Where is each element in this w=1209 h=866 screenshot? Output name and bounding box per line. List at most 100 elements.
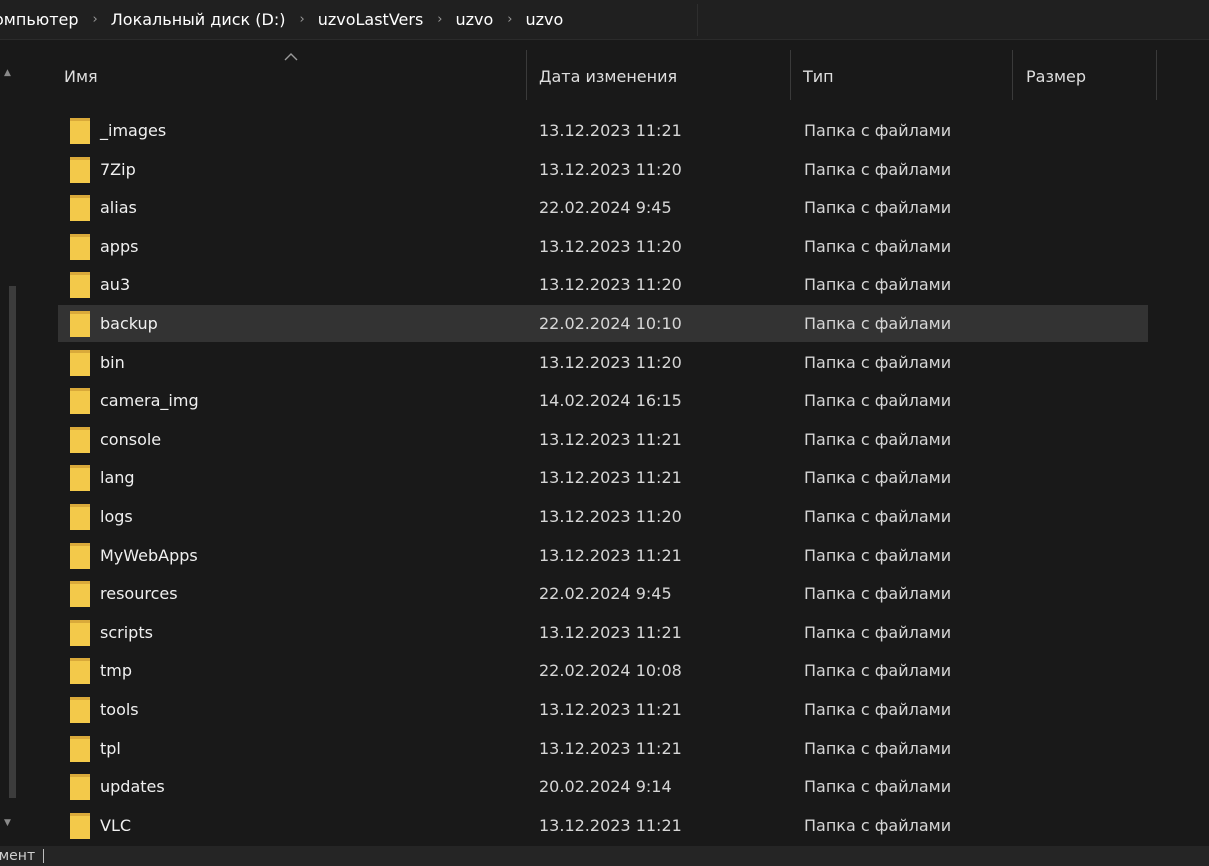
folder-icon (70, 350, 90, 376)
breadcrumb-item-computer[interactable]: омпьютер (0, 10, 79, 29)
file-name[interactable]: tools (100, 700, 139, 719)
folder-icon (70, 427, 90, 453)
folder-icon (70, 813, 90, 839)
file-row[interactable]: apps 13.12.2023 11:20 Папка с файлами (58, 228, 1148, 265)
file-name[interactable]: backup (100, 314, 158, 333)
file-name[interactable]: VLC (100, 816, 131, 835)
file-date-modified: 14.02.2024 16:15 (539, 391, 682, 410)
file-type: Папка с файлами (804, 507, 952, 526)
file-row[interactable]: updates 20.02.2024 9:14 Папка с файлами (58, 768, 1148, 805)
chevron-right-icon[interactable]: › (299, 12, 304, 27)
folder-icon (70, 195, 90, 221)
file-date-modified: 13.12.2023 11:21 (539, 623, 682, 642)
folder-icon (70, 157, 90, 183)
sort-ascending-icon (284, 53, 298, 61)
file-row[interactable]: tpl 13.12.2023 11:21 Папка с файлами (58, 730, 1148, 767)
file-row[interactable]: tmp 22.02.2024 10:08 Папка с файлами (58, 652, 1148, 689)
file-date-modified: 22.02.2024 10:10 (539, 314, 682, 333)
file-type: Папка с файлами (804, 121, 952, 140)
file-type: Папка с файлами (804, 661, 952, 680)
file-date-modified: 22.02.2024 9:45 (539, 584, 672, 603)
column-divider[interactable] (790, 50, 791, 100)
file-name[interactable]: alias (100, 198, 137, 217)
folder-icon (70, 658, 90, 684)
status-bar: емент (0, 846, 1209, 866)
file-row[interactable]: tools 13.12.2023 11:21 Папка с файлами (58, 691, 1148, 728)
file-type: Папка с файлами (804, 314, 952, 333)
chevron-right-icon[interactable]: › (93, 12, 98, 27)
breadcrumb[interactable]: омпьютер › Локальный диск (D:) › uzvoLas… (0, 0, 1209, 40)
file-row[interactable]: resources 22.02.2024 9:45 Папка с файлами (58, 575, 1148, 612)
file-row[interactable]: bin 13.12.2023 11:20 Папка с файлами (58, 344, 1148, 381)
folder-icon (70, 118, 90, 144)
file-name[interactable]: MyWebApps (100, 546, 198, 565)
folder-icon (70, 543, 90, 569)
file-date-modified: 13.12.2023 11:21 (539, 739, 682, 758)
scroll-up-icon[interactable]: ▲ (4, 68, 11, 78)
file-name[interactable]: lang (100, 468, 135, 487)
column-header-date[interactable]: Дата изменения (539, 52, 677, 100)
file-type: Папка с файлами (804, 546, 952, 565)
file-row[interactable]: MyWebApps 13.12.2023 11:21 Папка с файлами (58, 537, 1148, 574)
file-name[interactable]: au3 (100, 275, 130, 294)
status-divider (43, 849, 45, 863)
file-name[interactable]: tmp (100, 661, 132, 680)
file-name[interactable]: updates (100, 777, 165, 796)
file-date-modified: 13.12.2023 11:20 (539, 160, 682, 179)
file-date-modified: 13.12.2023 11:20 (539, 237, 682, 256)
column-divider[interactable] (526, 50, 527, 100)
file-row[interactable]: backup 22.02.2024 10:10 Папка с файлами (58, 305, 1148, 342)
file-row[interactable]: scripts 13.12.2023 11:21 Папка с файлами (58, 614, 1148, 651)
file-row[interactable]: au3 13.12.2023 11:20 Папка с файлами (58, 266, 1148, 303)
scrollbar-thumb[interactable] (9, 286, 16, 798)
file-name[interactable]: bin (100, 353, 125, 372)
column-header-type[interactable]: Тип (803, 52, 834, 100)
file-name[interactable]: _images (100, 121, 166, 140)
address-bar-empty-area[interactable] (697, 4, 1209, 36)
file-type: Папка с файлами (804, 237, 952, 256)
file-row[interactable]: logs 13.12.2023 11:20 Папка с файлами (58, 498, 1148, 535)
status-item-count: емент (0, 848, 36, 864)
chevron-right-icon[interactable]: › (437, 12, 442, 27)
file-type: Папка с файлами (804, 700, 952, 719)
file-name[interactable]: resources (100, 584, 178, 603)
file-date-modified: 13.12.2023 11:21 (539, 816, 682, 835)
file-date-modified: 13.12.2023 11:21 (539, 430, 682, 449)
file-row[interactable]: VLC 13.12.2023 11:21 Папка с файлами (58, 807, 1148, 844)
column-divider[interactable] (1156, 50, 1157, 100)
file-type: Папка с файлами (804, 623, 952, 642)
chevron-right-icon[interactable]: › (507, 12, 512, 27)
breadcrumb-item-local-disk[interactable]: Локальный диск (D:) (111, 10, 286, 29)
file-row[interactable]: alias 22.02.2024 9:45 Папка с файлами (58, 189, 1148, 226)
file-name[interactable]: camera_img (100, 391, 199, 410)
file-row[interactable]: _images 13.12.2023 11:21 Папка с файлами (58, 112, 1148, 149)
file-row[interactable]: console 13.12.2023 11:21 Папка с файлами (58, 421, 1148, 458)
file-type: Папка с файлами (804, 353, 952, 372)
column-header-size[interactable]: Размер (1026, 52, 1086, 100)
file-row[interactable]: 7Zip 13.12.2023 11:20 Папка с файлами (58, 151, 1148, 188)
column-header-name[interactable]: Имя (64, 52, 98, 100)
file-name[interactable]: apps (100, 237, 138, 256)
file-name[interactable]: scripts (100, 623, 153, 642)
file-date-modified: 13.12.2023 11:20 (539, 275, 682, 294)
file-row[interactable]: camera_img 14.02.2024 16:15 Папка с файлам… (58, 382, 1148, 419)
navigation-pane-scrollbar[interactable]: ▲ ▼ (0, 40, 16, 846)
file-name[interactable]: tpl (100, 739, 121, 758)
file-name[interactable]: logs (100, 507, 133, 526)
file-date-modified: 22.02.2024 10:08 (539, 661, 682, 680)
folder-icon (70, 234, 90, 260)
scroll-down-icon[interactable]: ▼ (4, 818, 11, 828)
file-row[interactable]: lang 13.12.2023 11:21 Папка с файлами (58, 459, 1148, 496)
folder-icon (70, 697, 90, 723)
breadcrumb-item-uzvolastvers[interactable]: uzvoLastVers (318, 10, 424, 29)
file-date-modified: 13.12.2023 11:21 (539, 546, 682, 565)
breadcrumb-item-uzvo-current[interactable]: uzvo (525, 10, 563, 29)
file-name[interactable]: console (100, 430, 161, 449)
breadcrumb-item-uzvo[interactable]: uzvo (455, 10, 493, 29)
column-divider[interactable] (1012, 50, 1013, 100)
file-type: Папка с файлами (804, 430, 952, 449)
file-date-modified: 13.12.2023 11:21 (539, 700, 682, 719)
file-name[interactable]: 7Zip (100, 160, 136, 179)
file-type: Папка с файлами (804, 777, 952, 796)
folder-icon (70, 774, 90, 800)
